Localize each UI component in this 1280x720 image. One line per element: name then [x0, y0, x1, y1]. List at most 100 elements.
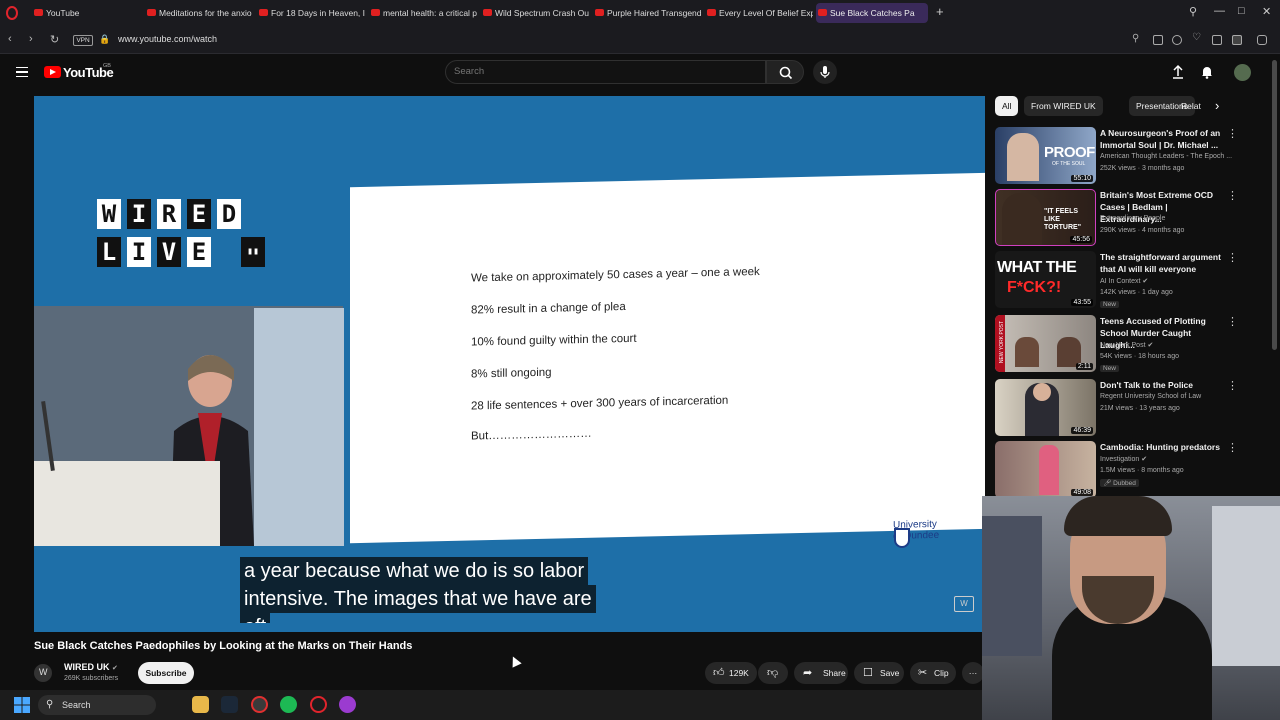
video-thumbnail[interactable]: PROOF OF THE SOUL 55:10 — [995, 127, 1096, 184]
search-page-icon[interactable]: ⚲ — [1132, 33, 1142, 44]
more-options-icon[interactable]: ⋮ — [1227, 441, 1238, 454]
channel-avatar[interactable]: W — [34, 664, 52, 682]
search-button[interactable] — [766, 60, 804, 84]
close-icon[interactable]: ✕ — [1262, 5, 1271, 18]
more-options-icon[interactable]: ⋮ — [1227, 379, 1238, 392]
profile-icon[interactable] — [1232, 35, 1242, 45]
recommendation-channel[interactable]: Extraordinary People — [1100, 215, 1165, 222]
youtube-logo-icon[interactable] — [44, 66, 61, 78]
slide-line: 8% still ongoing — [471, 366, 552, 381]
video-thumbnail[interactable]: 46:39 — [995, 379, 1096, 436]
menu-icon[interactable] — [1212, 35, 1222, 45]
recommendation-item[interactable]: WHAT THE F*CK?! 43:55 The straightforwar… — [995, 251, 1238, 311]
tab-purple-haired[interactable]: Purple Haired Transgende — [593, 3, 701, 23]
dislike-button[interactable]: 👎︎ — [758, 662, 788, 684]
recommendation-title[interactable]: A Neurosurgeon's Proof of an Immortal So… — [1100, 127, 1228, 151]
recommendation-item[interactable]: NEW YORK POST 2:11 Teens Accused of Plot… — [995, 315, 1238, 375]
slide-line: We take on approximately 50 cases a year… — [471, 265, 760, 285]
heart-icon[interactable]: ♡ — [1192, 32, 1202, 43]
tab-sue-black[interactable]: Sue Black Catches Pa — [816, 3, 928, 23]
page-scrollbar[interactable] — [1272, 60, 1277, 350]
camera-icon[interactable] — [1153, 35, 1163, 45]
video-thumbnail[interactable]: NEW YORK POST 2:11 — [995, 315, 1096, 372]
account-avatar[interactable] — [1234, 64, 1251, 81]
chip-all[interactable]: All — [995, 96, 1019, 116]
spotify-icon[interactable] — [280, 696, 297, 713]
channel-watermark-icon[interactable]: W — [954, 596, 974, 612]
lock-icon[interactable]: 🔒 — [99, 34, 110, 45]
youtube-favicon-icon — [259, 9, 268, 16]
back-icon[interactable]: ‹ — [8, 33, 12, 45]
university-crest-icon — [894, 528, 910, 548]
url-field[interactable]: www.youtube.com/watch — [118, 34, 217, 44]
minimize-icon[interactable]: — — [1214, 5, 1225, 17]
chip-from-wired-uk[interactable]: From WIRED UK — [1024, 96, 1103, 116]
logo-letter: R — [157, 199, 181, 229]
shield-icon[interactable] — [1172, 35, 1182, 45]
taskbar-search[interactable]: ⚲ Search — [38, 695, 156, 715]
new-tab-button[interactable]: + — [936, 4, 944, 19]
search-input[interactable] — [454, 66, 754, 77]
recommendation-title[interactable]: Don't Talk to the Police — [1100, 379, 1228, 391]
hamburger-menu-icon[interactable] — [16, 67, 28, 77]
recommendation-item[interactable]: PROOF OF THE SOUL 55:10 A Neurosurgeon's… — [995, 127, 1238, 187]
recommendation-item[interactable]: 46:39 Don't Talk to the Police Regent Un… — [995, 379, 1238, 439]
search-tabs-icon[interactable]: ⚲ — [1189, 5, 1197, 18]
video-thumbnail[interactable]: "IT FEELS LIKE TORTURE" 45:56 — [995, 189, 1096, 246]
save-button[interactable]: ☐ Save — [854, 662, 904, 684]
more-options-icon[interactable]: ⋮ — [1227, 189, 1238, 202]
more-options-icon[interactable]: ⋮ — [1227, 315, 1238, 328]
subscribe-button[interactable]: Subscribe — [138, 662, 194, 684]
channel-name[interactable]: WIRED UK ✔ — [64, 662, 118, 672]
tab-heaven[interactable]: For 18 Days in Heaven, I W — [257, 3, 365, 23]
share-button[interactable]: ➦ Share — [794, 662, 848, 684]
recommendation-title[interactable]: Cambodia: Hunting predators — [1100, 441, 1228, 453]
recommendation-meta: 252K views · 3 months ago — [1100, 165, 1185, 172]
tab-mental-health[interactable]: mental health: a critical p — [369, 3, 477, 23]
more-options-icon[interactable]: ⋮ — [1227, 251, 1238, 264]
windows-start-icon[interactable] — [14, 697, 30, 713]
recommendation-channel[interactable]: New York Post ✔ — [1100, 341, 1153, 349]
recommendation-title[interactable]: The straightforward argument that AI wil… — [1100, 251, 1228, 275]
opera-logo-icon[interactable] — [6, 6, 18, 20]
recommendation-item[interactable]: 49:08 Cambodia: Hunting predators Invest… — [995, 441, 1238, 501]
more-options-icon[interactable]: ⋮ — [1227, 127, 1238, 140]
recommendation-channel[interactable]: AI In Context ✔ — [1100, 277, 1148, 285]
caption-line: oft — [240, 613, 271, 623]
forward-icon[interactable]: › — [29, 33, 33, 45]
tab-every-level[interactable]: Every Level Of Belief Expla — [705, 3, 813, 23]
tab-youtube[interactable]: YouTube — [32, 3, 140, 23]
extension-icon[interactable] — [1257, 35, 1267, 45]
upload-icon[interactable] — [1170, 64, 1186, 80]
maximize-icon[interactable]: □ — [1238, 5, 1245, 17]
reload-icon[interactable]: ↻ — [50, 33, 59, 46]
clip-button[interactable]: ✂ Clip — [910, 662, 956, 684]
opera-gx-icon[interactable] — [310, 696, 327, 713]
recommendation-channel[interactable]: Investigation ✔ — [1100, 455, 1147, 463]
search-box[interactable] — [445, 60, 766, 84]
app-icon[interactable] — [339, 696, 356, 713]
webcam-person-hair — [1064, 496, 1172, 536]
steam-icon[interactable] — [221, 696, 238, 713]
video-thumbnail[interactable]: 49:08 — [995, 441, 1096, 498]
notifications-bell-icon[interactable] — [1199, 64, 1215, 80]
chrome-icon[interactable] — [251, 696, 268, 713]
youtube-favicon-icon — [483, 9, 492, 16]
wired-live-logo: W I R E D L I V E ▮▮ — [97, 199, 275, 271]
like-button[interactable]: 👍︎ 129K — [705, 662, 757, 684]
voice-search-button[interactable] — [813, 60, 837, 84]
tab-meditations[interactable]: Meditations for the anxio — [145, 3, 253, 23]
recommendation-meta: 290K views · 4 months ago — [1100, 227, 1185, 234]
video-player[interactable]: W I R E D L I V E ▮▮ We take on approxim… — [34, 96, 985, 632]
recommendation-channel[interactable]: American Thought Leaders - The Epoch ... — [1100, 153, 1232, 160]
vpn-badge[interactable]: VPN — [73, 35, 93, 46]
recommendation-channel[interactable]: Regent University School of Law — [1100, 393, 1201, 400]
recommendation-item[interactable]: "IT FEELS LIKE TORTURE" 45:56 Britain's … — [995, 189, 1238, 249]
more-actions-button[interactable]: ··· — [962, 662, 984, 684]
video-thumbnail[interactable]: WHAT THE F*CK?! 43:55 — [995, 251, 1096, 308]
chevron-right-icon[interactable]: › — [1215, 98, 1219, 113]
file-explorer-icon[interactable] — [192, 696, 209, 713]
chip-related[interactable]: Relat — [1175, 96, 1205, 116]
tab-wild-spectrum[interactable]: Wild Spectrum Crash Out — [481, 3, 589, 23]
like-count: 129K — [729, 668, 749, 678]
